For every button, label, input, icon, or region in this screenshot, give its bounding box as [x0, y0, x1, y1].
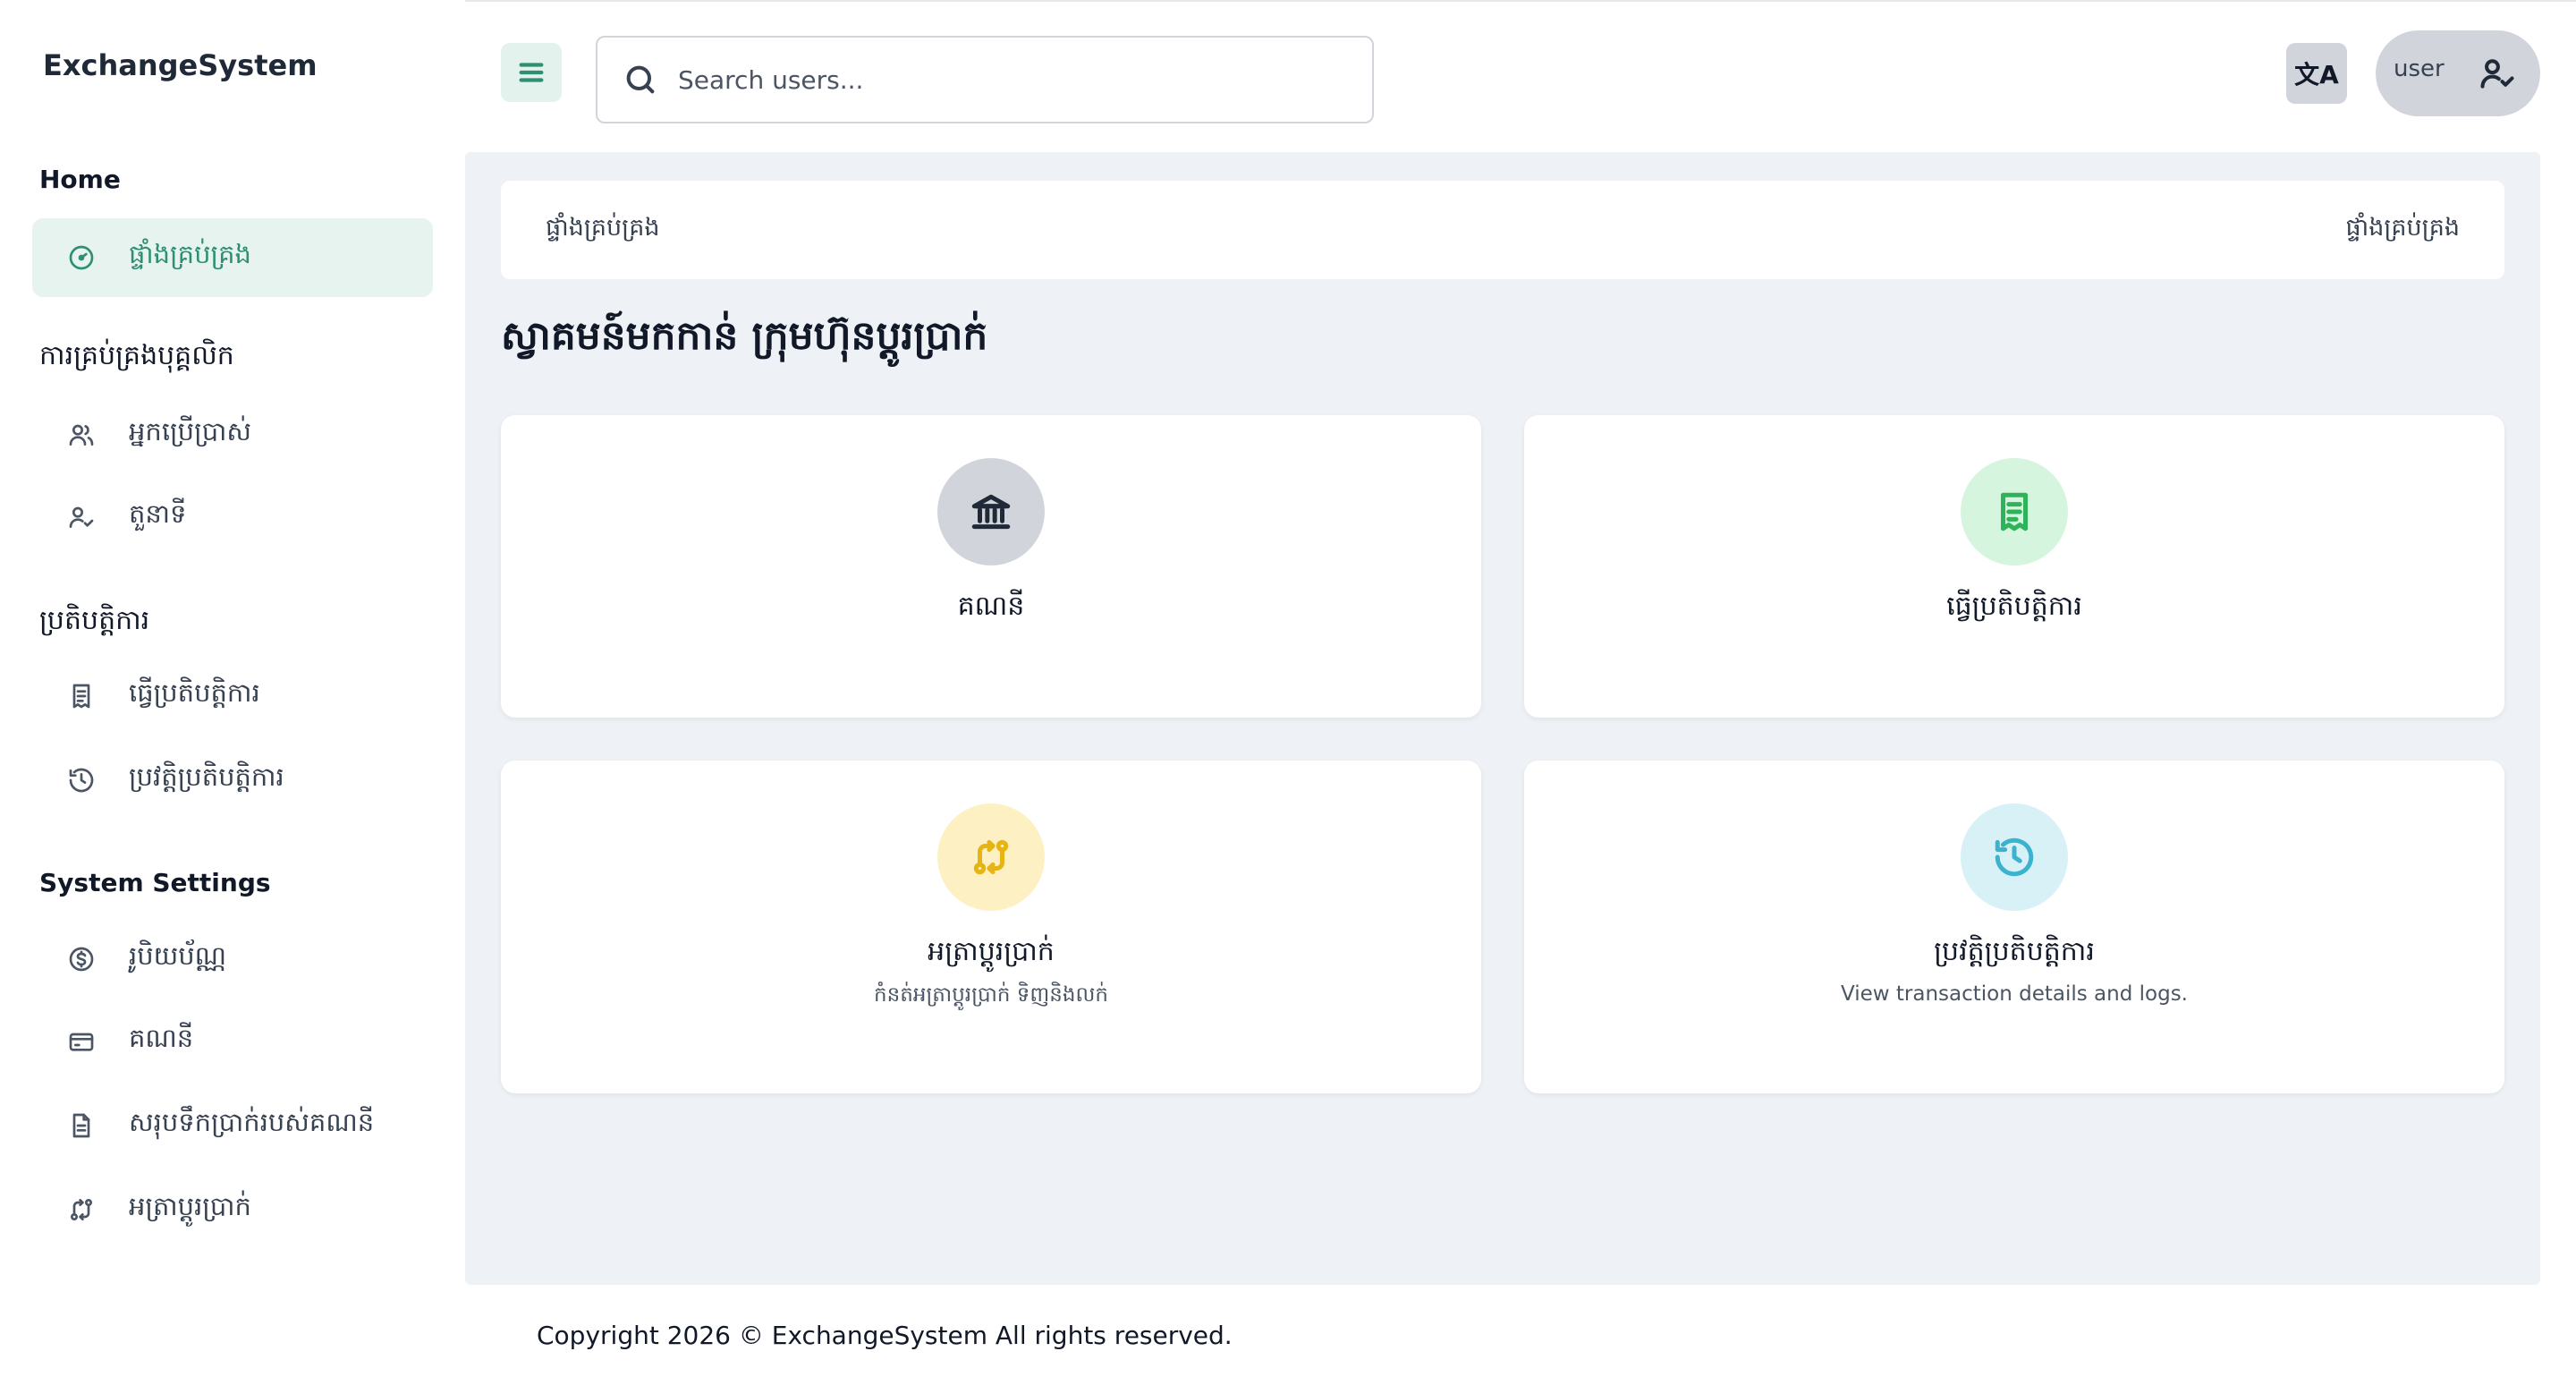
- card-accounts[interactable]: គណនី: [501, 415, 1481, 718]
- avatar: user: [2394, 55, 2445, 82]
- breadcrumb-title: ផ្ទាំងគ្រប់គ្រង: [546, 213, 660, 242]
- sidebar-item-label: គណនី: [129, 1023, 194, 1053]
- sidebar-item-label: ធ្វើប្រតិបត្តិការ: [129, 677, 260, 708]
- card-title: ប្រវត្តិប្រតិបត្តិការ: [1934, 936, 2095, 967]
- sidebar-item-label: តួនាទី: [129, 498, 187, 529]
- bank-icon: [971, 494, 1011, 530]
- search-box[interactable]: [596, 36, 1374, 123]
- gauge-icon: [66, 242, 97, 273]
- sidebar-item-label: ប្រវត្តិប្រតិបត្តិការ: [129, 761, 284, 792]
- card-icon-circle: [1961, 803, 2068, 911]
- sidebar-item-currency[interactable]: រូបិយប័ណ្ណ: [32, 920, 433, 999]
- document-icon: [66, 1110, 97, 1141]
- search-icon: [626, 65, 655, 94]
- breadcrumb: ផ្ទាំងគ្រប់គ្រង ផ្ទាំងគ្រប់គ្រង: [501, 181, 2504, 279]
- footer-copyright: Copyright 2026 © ExchangeSystem All righ…: [537, 1321, 1233, 1350]
- history-icon: [66, 765, 97, 795]
- sidebar-section-transactions: ប្រតិបត្តិការ: [39, 605, 150, 636]
- sidebar-section-settings: System Settings: [39, 868, 271, 897]
- sidebar-section-staff: ការគ្រប់គ្រងបុគ្គលិក: [39, 340, 234, 371]
- sidebar-item-label: សរុបទឹកប្រាក់របស់គណនី: [129, 1107, 375, 1137]
- sidebar-item-exchange-rate[interactable]: អត្រាប្តូរប្រាក់: [32, 1170, 433, 1249]
- sidebar-item-label: រូបិយប័ណ្ណ: [129, 940, 227, 971]
- brand-logo-text[interactable]: ExchangeSystem: [43, 48, 318, 82]
- sidebar-item-transaction-history[interactable]: ប្រវត្តិប្រតិបត្តិការ: [32, 741, 433, 820]
- exchange-icon: [973, 839, 1009, 875]
- users-icon: [66, 420, 97, 450]
- sidebar-item-label: អ្នកប្រើប្រាស់: [129, 416, 251, 446]
- user-check-icon: [66, 502, 97, 532]
- sidebar-item-account-balance[interactable]: សរុបទឹកប្រាក់របស់គណនី: [32, 1086, 433, 1165]
- translate-icon: 文A: [2294, 60, 2339, 89]
- sidebar-item-roles[interactable]: តួនាទី: [32, 478, 433, 557]
- card-icon-circle: [1961, 458, 2068, 565]
- sidebar-item-make-transaction[interactable]: ធ្វើប្រតិបត្តិការ: [32, 657, 433, 735]
- card-icon-circle: [937, 458, 1045, 565]
- main-content: ផ្ទាំងគ្រប់គ្រង ផ្ទាំងគ្រប់គ្រង ស្វាគមន៍…: [465, 152, 2540, 1285]
- breadcrumb-current[interactable]: ផ្ទាំងគ្រប់គ្រង: [2346, 213, 2461, 248]
- user-check-icon: [2480, 59, 2514, 89]
- language-button[interactable]: 文A: [2286, 43, 2347, 104]
- card-title: អត្រាប្តូរប្រាក់: [928, 936, 1055, 967]
- sidebar-item-users[interactable]: អ្នកប្រើប្រាស់: [32, 395, 433, 474]
- dollar-circle-icon: [66, 944, 97, 974]
- user-menu-button[interactable]: user: [2376, 30, 2540, 116]
- sidebar-item-accounts[interactable]: គណនី: [32, 1002, 433, 1081]
- card-icon-circle: [937, 803, 1045, 911]
- receipt-icon: [2001, 492, 2028, 531]
- card-title: ធ្វើប្រតិបត្តិការ: [1946, 591, 2082, 622]
- credit-card-icon: [66, 1026, 97, 1057]
- menu-toggle-button[interactable]: [501, 43, 562, 102]
- card-exchange-rate[interactable]: អត្រាប្តូរប្រាក់ កំនត់អត្រាប្តូរប្រាក់ ទ…: [501, 761, 1481, 1093]
- card-title: គណនី: [957, 591, 1025, 622]
- exchange-icon: [66, 1194, 97, 1225]
- history-icon: [1995, 837, 2034, 877]
- hamburger-icon: [519, 63, 544, 82]
- page-title: ស្វាគមន៍មកកាន់ ក្រុមហ៊ុនប្តូរប្រាក់: [501, 313, 988, 359]
- sidebar-section-home: Home: [39, 165, 121, 194]
- search-input[interactable]: [678, 64, 1358, 95]
- receipt-icon: [66, 681, 97, 711]
- sidebar: ExchangeSystem Home ផ្ទាំងគ្រប់គ្រង ការគ…: [0, 0, 465, 1394]
- card-make-transaction[interactable]: ធ្វើប្រតិបត្តិការ: [1524, 415, 2504, 718]
- sidebar-item-label: ផ្ទាំងគ្រប់គ្រង: [129, 239, 251, 269]
- card-description: កំនត់អត្រាប្តូរប្រាក់ ទិញនិងលក់: [874, 983, 1108, 1007]
- card-description: View transaction details and logs.: [1840, 982, 2188, 1006]
- sidebar-item-dashboard[interactable]: ផ្ទាំងគ្រប់គ្រង: [32, 218, 433, 297]
- card-transaction-history[interactable]: ប្រវត្តិប្រតិបត្តិការ View transaction d…: [1524, 761, 2504, 1093]
- sidebar-item-label: អត្រាប្តូរប្រាក់: [129, 1191, 251, 1221]
